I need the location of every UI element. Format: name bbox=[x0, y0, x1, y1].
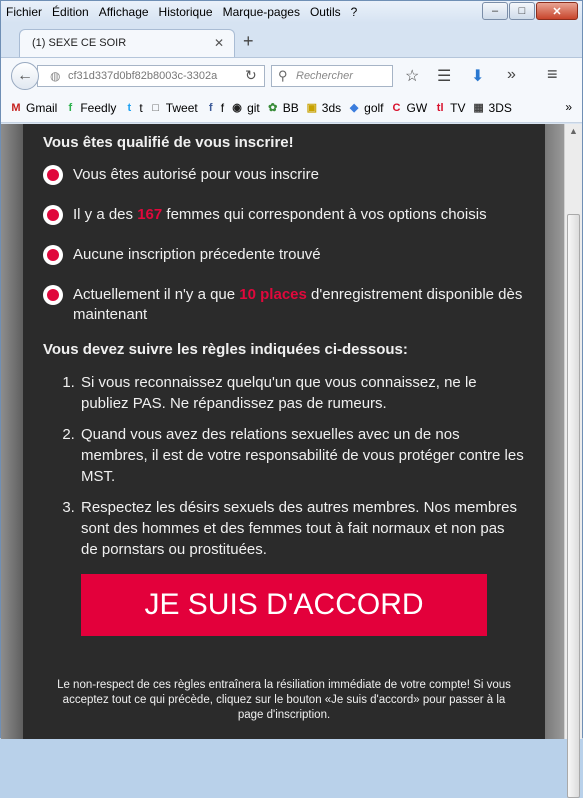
overflow-chevron-icon[interactable]: » bbox=[507, 66, 516, 84]
navigation-bar: ◍ cf31d337d0bf82b8003c-3302a ← ↻ ⚲ Reche… bbox=[1, 57, 582, 93]
highlight-count: 167 bbox=[137, 206, 163, 223]
rule-item: Si vous reconnaissez quelqu'un que vous … bbox=[79, 372, 525, 414]
bookmark-label: t bbox=[139, 100, 143, 115]
menu-edition[interactable]: Édition bbox=[47, 5, 94, 19]
globe-icon: ◍ bbox=[50, 69, 61, 83]
bookmark-git[interactable]: ◉ git bbox=[230, 101, 260, 115]
tv-icon: tl bbox=[436, 101, 444, 114]
scroll-up-arrow-icon[interactable]: ▲ bbox=[569, 126, 578, 136]
3ds-alt-icon: ▦ bbox=[473, 101, 484, 114]
bookmark-label: Gmail bbox=[26, 100, 58, 115]
agree-button[interactable]: JE SUIS D'ACCORD bbox=[81, 574, 487, 636]
window-controls: – □ ✕ bbox=[482, 2, 578, 20]
rule-item: Respectez les désirs sexuels des autres … bbox=[79, 497, 525, 560]
bookmark-label: f bbox=[220, 100, 225, 115]
menu-affichage[interactable]: Affichage bbox=[94, 5, 154, 19]
menu-marque-pages[interactable]: Marque-pages bbox=[218, 5, 305, 19]
bookmark-label: golf bbox=[364, 100, 384, 115]
rules-heading: Vous devez suivre les règles indiquées c… bbox=[43, 341, 408, 358]
facebook-icon: f bbox=[208, 101, 213, 114]
status-text: Il y a des bbox=[73, 206, 138, 223]
tab-bar: (1) SEXE CE SOIR ✕ + bbox=[1, 23, 582, 57]
tab-close-icon[interactable]: ✕ bbox=[214, 36, 224, 50]
bookmark-gw[interactable]: C GW bbox=[390, 101, 428, 115]
url-bar[interactable]: ◍ cf31d337d0bf82b8003c-3302a bbox=[37, 65, 265, 87]
page-icon: □ bbox=[152, 101, 160, 114]
back-button[interactable]: ← bbox=[11, 62, 39, 90]
bookmark-label: git bbox=[247, 100, 260, 115]
status-item: Vous êtes autorisé pour vous inscrire bbox=[43, 165, 525, 185]
disclaimer-text: Le non-respect de ces règles entraînera … bbox=[57, 679, 511, 721]
menu-historique[interactable]: Historique bbox=[154, 5, 218, 19]
highlight-places: 10 places bbox=[239, 286, 307, 303]
bookmark-label: 3ds bbox=[321, 100, 342, 115]
search-icon: ⚲ bbox=[278, 68, 288, 83]
bookmark-label: BB bbox=[282, 100, 299, 115]
bookmark-bb[interactable]: ✿ BB bbox=[266, 101, 299, 115]
bookmark-t[interactable]: tt bbox=[122, 100, 143, 115]
gw-icon: C bbox=[392, 101, 401, 114]
vertical-scrollbar[interactable]: ▲ bbox=[564, 124, 582, 798]
red-dot-icon bbox=[43, 245, 63, 265]
bookmarks-overflow-icon[interactable]: » bbox=[565, 100, 572, 114]
back-arrow-icon: ← bbox=[17, 67, 33, 84]
golf-icon: ◆ bbox=[349, 101, 359, 114]
twitter-icon: t bbox=[127, 101, 132, 114]
red-dot-icon bbox=[43, 165, 63, 185]
search-placeholder: Rechercher bbox=[296, 70, 353, 82]
menu-outils[interactable]: Outils bbox=[305, 5, 346, 19]
red-dot-icon bbox=[43, 205, 63, 225]
github-icon: ◉ bbox=[232, 101, 242, 114]
rule-item: Quand vous avez des relations sexuelles … bbox=[79, 424, 525, 487]
bookmark-label: TV bbox=[450, 100, 466, 115]
hamburger-menu-icon[interactable]: ≡ bbox=[547, 64, 558, 85]
menu-bar: Fichier Édition Affichage Historique Mar… bbox=[1, 1, 582, 23]
bookmark-feedly[interactable]: f Feedly bbox=[63, 100, 117, 115]
menu-fichier[interactable]: Fichier bbox=[1, 5, 47, 19]
signup-rules-panel: Vous êtes qualifié de vous inscrire! Vou… bbox=[23, 124, 545, 739]
browser-window: Fichier Édition Affichage Historique Mar… bbox=[0, 0, 583, 798]
bookmark-tweet[interactable]: □ Tweet bbox=[149, 100, 198, 115]
tab-active[interactable]: (1) SEXE CE SOIR ✕ bbox=[19, 29, 235, 57]
minimize-button[interactable]: – bbox=[482, 2, 508, 20]
scrollbar-thumb[interactable] bbox=[567, 214, 580, 798]
bookmark-label: Tweet bbox=[165, 100, 198, 115]
qualified-heading: Vous êtes qualifié de vous inscrire! bbox=[43, 134, 294, 151]
reload-icon[interactable]: ↻ bbox=[245, 67, 257, 84]
new-tab-button[interactable]: + bbox=[243, 31, 254, 52]
bookmark-label: 3DS bbox=[488, 100, 512, 115]
3ds-icon: ▣ bbox=[306, 101, 317, 114]
gmail-icon: M bbox=[11, 101, 21, 114]
bookmark-star-icon[interactable]: ☆ bbox=[405, 66, 419, 86]
bookmark-label: GW bbox=[406, 100, 428, 115]
close-window-button[interactable]: ✕ bbox=[536, 2, 578, 20]
red-dot-icon bbox=[43, 285, 63, 305]
feedly-icon: f bbox=[68, 101, 73, 114]
status-text: Vous êtes autorisé pour vous inscrire bbox=[73, 166, 319, 183]
status-text: Actuellement il n'y a que bbox=[73, 286, 240, 303]
status-item: Aucune inscription précedente trouvé bbox=[43, 245, 525, 265]
bookmark-f[interactable]: ff bbox=[204, 101, 224, 115]
bookmark-golf[interactable]: ◆ golf bbox=[347, 100, 384, 115]
bookmark-3ds[interactable]: ▣ 3ds bbox=[305, 100, 342, 115]
status-text: femmes qui correspondent à vos options c… bbox=[162, 206, 487, 223]
bookmarks-list-icon[interactable]: ☰ bbox=[437, 66, 451, 86]
status-text: Aucune inscription précedente trouvé bbox=[73, 246, 321, 263]
url-text: cf31d337d0bf82b8003c-3302a bbox=[68, 70, 218, 82]
bb-icon: ✿ bbox=[268, 101, 278, 114]
download-icon[interactable]: ⬇ bbox=[471, 66, 484, 86]
status-item: Actuellement il n'y a que 10 places d'en… bbox=[43, 285, 525, 325]
bookmark-tv[interactable]: tl TV bbox=[433, 100, 466, 115]
bookmarks-toolbar: M Gmail f Feedly t t □ Tweet f f ◉ git ✿ BB ▣ 3ds ◆ golf C… bbox=[1, 93, 582, 123]
bookmark-label: Feedly bbox=[80, 100, 117, 115]
rules-list: Si vous reconnaissez quelqu'un que vous … bbox=[79, 372, 525, 560]
bookmark-gmail[interactable]: M Gmail bbox=[9, 101, 57, 115]
tab-title: (1) SEXE CE SOIR bbox=[32, 37, 127, 49]
bookmark-3ds[interactable]: ▦ 3DS bbox=[472, 101, 512, 115]
menu-help[interactable]: ? bbox=[346, 5, 363, 19]
search-input[interactable]: ⚲ Rechercher bbox=[271, 65, 393, 87]
page-content: Vous êtes qualifié de vous inscrire! Vou… bbox=[1, 124, 564, 739]
status-item: Il y a des 167 femmes qui correspondent … bbox=[43, 205, 525, 225]
maximize-button[interactable]: □ bbox=[509, 2, 535, 20]
